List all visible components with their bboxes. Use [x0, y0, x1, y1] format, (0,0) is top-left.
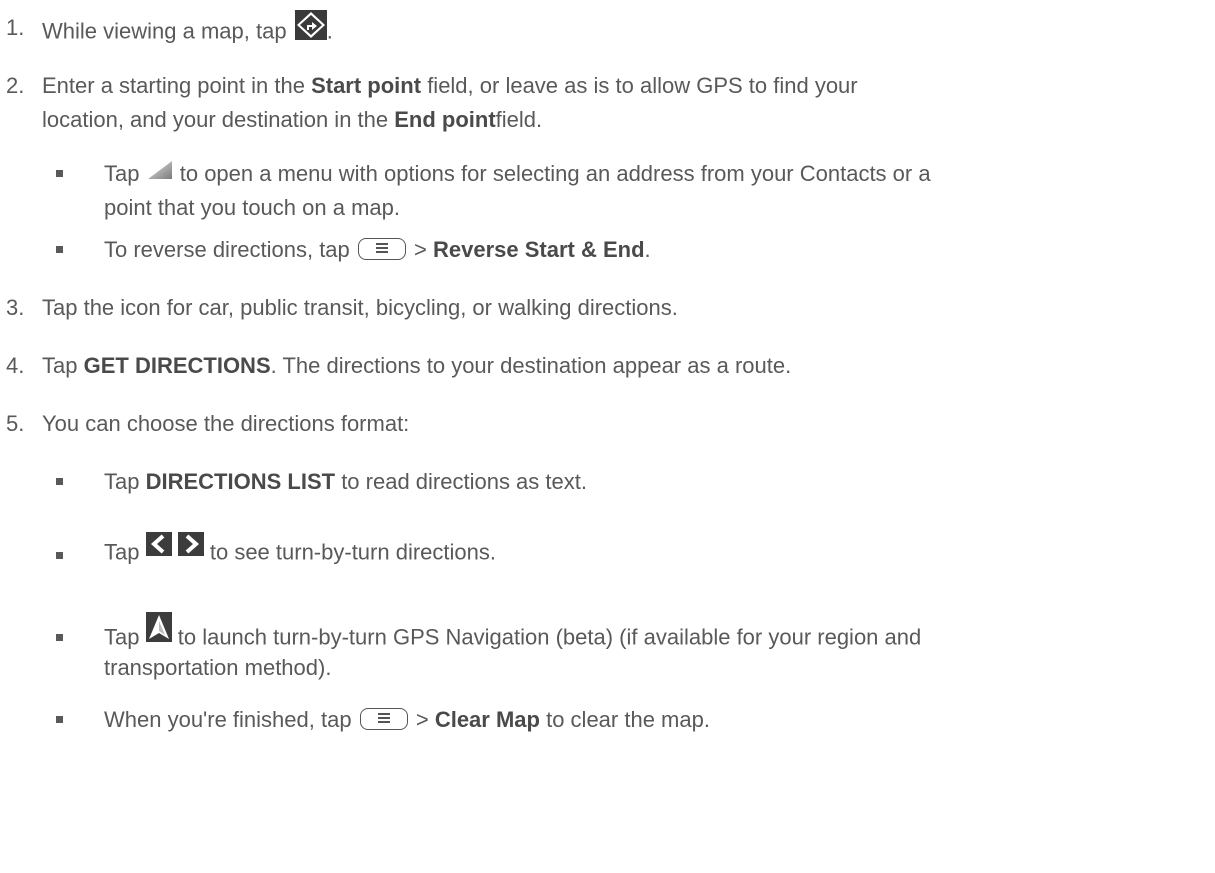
- step-number: 3.: [6, 295, 25, 320]
- previous-arrow-icon: [145, 532, 172, 563]
- reverse-start-end-label: Reverse Start & End: [433, 237, 645, 262]
- step-5-sub-2: Tap to see turn-by-turn directions.: [104, 532, 496, 569]
- step-number: 1.: [6, 15, 25, 40]
- directions-diamond-icon: [294, 10, 327, 47]
- dropdown-triangle-icon: [146, 159, 174, 187]
- navigation-arrow-icon: [145, 612, 172, 649]
- step-2-sub-1-line-1: Tap to open a menu with options for sele…: [104, 159, 931, 187]
- step-2-line-1: Enter a starting point in the Start poin…: [42, 73, 858, 98]
- step-text: While viewing a map, tap: [42, 18, 287, 44]
- step-5-sub-3-line-2: transportation method).: [104, 655, 332, 680]
- step-2-line-2: location, and your destination in the En…: [42, 107, 543, 132]
- step-5-sub-3-line-1: Tap to launch turn-by-turn GPS Navigatio…: [104, 612, 921, 657]
- end-point-label: End point: [394, 107, 496, 132]
- step-number: 4.: [6, 353, 25, 378]
- bullet: [56, 634, 63, 641]
- bullet: [56, 170, 63, 177]
- menu-key-icon: [357, 238, 406, 261]
- directions-list-label: DIRECTIONS LIST: [145, 469, 336, 494]
- step-4-text: Tap GET DIRECTIONS. The directions to yo…: [42, 353, 792, 378]
- bullet: [56, 246, 63, 253]
- bullet: [56, 478, 63, 485]
- bullet: [56, 552, 63, 559]
- get-directions-label: GET DIRECTIONS: [83, 353, 271, 378]
- step-1-text: While viewing a map, tap .: [42, 10, 333, 51]
- bullet: [56, 716, 63, 723]
- instructions-page: 1. While viewing a map, tap . 2. Enter a…: [0, 0, 1215, 873]
- step-2-sub-1-line-2: point that you touch on a map.: [104, 195, 400, 220]
- menu-key-icon: [359, 708, 408, 731]
- clear-map-label: Clear Map: [434, 707, 540, 732]
- step-2-sub-2: To reverse directions, tap > Reverse Sta…: [104, 237, 651, 262]
- step-number: 2.: [6, 73, 25, 98]
- step-5-sub-4: When you're finished, tap > Clear Map to…: [104, 707, 710, 732]
- start-point-label: Start point: [311, 73, 422, 98]
- step-3-text: Tap the icon for car, public transit, bi…: [42, 295, 678, 320]
- step-5-sub-1: Tap DIRECTIONS LIST to read directions a…: [104, 469, 587, 494]
- next-arrow-icon: [177, 532, 204, 563]
- step-number: 5.: [6, 411, 25, 436]
- step-5-text: You can choose the directions format:: [42, 411, 410, 436]
